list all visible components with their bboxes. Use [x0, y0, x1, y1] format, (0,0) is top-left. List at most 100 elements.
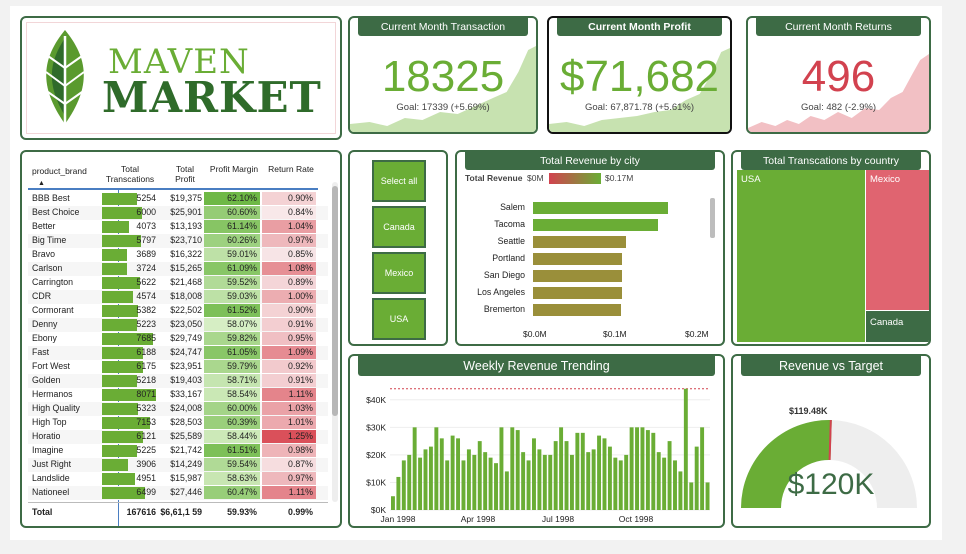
table-row[interactable]: Best Choice 6000 $25,901 60.60% 0.84%: [28, 206, 328, 220]
weekly-bar[interactable]: [689, 482, 694, 510]
table-row[interactable]: Better 4073 $13,193 61.14% 1.04%: [28, 220, 328, 234]
weekly-bar[interactable]: [466, 449, 471, 510]
city-scrollbar[interactable]: [710, 198, 715, 238]
weekly-bar[interactable]: [428, 446, 433, 510]
weekly-bar[interactable]: [542, 454, 547, 510]
weekly-bar[interactable]: [694, 446, 699, 510]
weekly-bar[interactable]: [580, 432, 585, 510]
table-row[interactable]: Big Time 5797 $23,710 60.26% 0.97%: [28, 234, 328, 248]
weekly-bar[interactable]: [391, 496, 395, 510]
weekly-bar[interactable]: [635, 427, 639, 510]
weekly-bar[interactable]: [662, 457, 667, 510]
weekly-bar[interactable]: [597, 435, 602, 510]
weekly-bar[interactable]: [472, 454, 477, 510]
weekly-bar[interactable]: [434, 427, 439, 510]
city-bar[interactable]: [533, 236, 626, 248]
table-row[interactable]: Fast 6188 $24,747 61.05% 1.09%: [28, 346, 328, 360]
table-row[interactable]: BBB Best 5254 $19,375 62.10% 0.90%: [28, 192, 328, 206]
treemap-mexico[interactable]: Mexico: [866, 170, 929, 310]
weekly-bar[interactable]: [396, 476, 401, 510]
weekly-bar[interactable]: [423, 449, 428, 510]
weekly-bar[interactable]: [629, 427, 634, 510]
weekly-bar[interactable]: [586, 452, 591, 510]
table-row[interactable]: Cormorant 5382 $22,502 61.52% 0.90%: [28, 304, 328, 318]
weekly-bar[interactable]: [667, 441, 672, 510]
table-row[interactable]: Bravo 3689 $16,322 59.01% 0.85%: [28, 248, 328, 262]
weekly-bar[interactable]: [678, 471, 683, 510]
table-row[interactable]: Denny 5223 $23,050 58.07% 0.91%: [28, 318, 328, 332]
slicer-canada[interactable]: Canada: [372, 206, 426, 248]
weekly-bar[interactable]: [656, 452, 661, 510]
weekly-bar[interactable]: [602, 438, 607, 510]
weekly-bar[interactable]: [537, 449, 542, 510]
weekly-bar[interactable]: [510, 427, 515, 510]
table-scrollbar[interactable]: [332, 182, 338, 502]
table-row[interactable]: Just Right 3906 $14,249 59.54% 0.87%: [28, 458, 328, 472]
weekly-bar[interactable]: [412, 427, 417, 510]
weekly-bar[interactable]: [624, 454, 629, 510]
weekly-bar[interactable]: [705, 482, 710, 510]
weekly-bar[interactable]: [645, 430, 650, 510]
city-bar[interactable]: [533, 270, 622, 282]
table-row[interactable]: Landslide 4951 $15,987 58.63% 0.97%: [28, 472, 328, 486]
weekly-bar[interactable]: [407, 454, 412, 510]
weekly-bar[interactable]: [553, 441, 558, 510]
weekly-bar[interactable]: [651, 432, 656, 510]
table-row[interactable]: Golden 5218 $19,403 58.71% 0.91%: [28, 374, 328, 388]
weekly-bar[interactable]: [450, 435, 455, 510]
city-bar[interactable]: [533, 253, 622, 265]
weekly-bar[interactable]: [613, 457, 618, 510]
slicer-select-all[interactable]: Select all: [372, 160, 426, 202]
weekly-bar[interactable]: [607, 446, 612, 510]
city-bar[interactable]: [533, 304, 621, 316]
table-row[interactable]: High Quality 5323 $24,008 60.00% 1.03%: [28, 402, 328, 416]
weekly-bar[interactable]: [418, 457, 423, 510]
weekly-bar[interactable]: [575, 432, 580, 510]
slicer-mexico[interactable]: Mexico: [372, 252, 426, 294]
table-row[interactable]: Ebony 7685 $29,749 59.82% 0.95%: [28, 332, 328, 346]
kpi-profit-card[interactable]: Current Month Profit $71,682 Goal: 67,87…: [547, 16, 732, 134]
table-row[interactable]: High Top 7153 $28,503 60.39% 1.01%: [28, 416, 328, 430]
weekly-bar[interactable]: [569, 454, 574, 510]
weekly-bar[interactable]: [640, 427, 645, 510]
weekly-bar[interactable]: [618, 460, 623, 510]
treemap-canada[interactable]: Canada: [866, 311, 929, 342]
weekly-bar[interactable]: [483, 452, 488, 510]
weekly-bar[interactable]: [673, 460, 677, 510]
weekly-bar[interactable]: [548, 454, 553, 510]
table-row[interactable]: Fort West 6175 $23,951 59.79% 0.92%: [28, 360, 328, 374]
weekly-bar[interactable]: [477, 441, 482, 510]
weekly-bar[interactable]: [488, 457, 493, 510]
treemap-usa[interactable]: USA: [737, 170, 865, 342]
kpi-returns-card[interactable]: Current Month Returns 496 Goal: 482 (-2.…: [746, 16, 931, 134]
weekly-bar[interactable]: [499, 427, 504, 510]
scrollbar-thumb[interactable]: [332, 186, 338, 416]
city-bar[interactable]: [533, 202, 668, 214]
weekly-bar[interactable]: [494, 463, 498, 510]
weekly-bar[interactable]: [564, 441, 569, 510]
weekly-bar[interactable]: [504, 471, 509, 510]
weekly-bar[interactable]: [401, 460, 406, 510]
weekly-bar[interactable]: [461, 460, 466, 510]
weekly-bar[interactable]: [559, 427, 564, 510]
weekly-bar[interactable]: [700, 427, 705, 510]
weekly-bar[interactable]: [521, 452, 526, 510]
weekly-bar[interactable]: [456, 438, 461, 510]
weekly-bar[interactable]: [445, 460, 450, 510]
table-row[interactable]: Horatio 6121 $25,589 58.44% 1.25%: [28, 430, 328, 444]
table-row[interactable]: Carrington 5622 $21,468 59.52% 0.89%: [28, 276, 328, 290]
weekly-bar[interactable]: [683, 388, 688, 510]
weekly-bar[interactable]: [439, 438, 444, 510]
city-bar[interactable]: [533, 219, 658, 231]
table-row[interactable]: CDR 4574 $18,008 59.03% 1.00%: [28, 290, 328, 304]
table-row[interactable]: Imagine 5225 $21,742 61.51% 0.98%: [28, 444, 328, 458]
slicer-usa[interactable]: USA: [372, 298, 426, 340]
table-row[interactable]: Carlson 3724 $15,265 61.09% 1.08%: [28, 262, 328, 276]
weekly-bar[interactable]: [526, 460, 531, 510]
table-row[interactable]: Nationeel 6499 $27,446 60.47% 1.11%: [28, 486, 328, 500]
table-row[interactable]: Hermanos 8071 $33,167 58.54% 1.11%: [28, 388, 328, 402]
city-bar[interactable]: [533, 287, 622, 299]
weekly-bar[interactable]: [532, 438, 536, 510]
weekly-bar[interactable]: [591, 449, 596, 510]
sort-arrow-icon[interactable]: ▲: [38, 180, 45, 187]
